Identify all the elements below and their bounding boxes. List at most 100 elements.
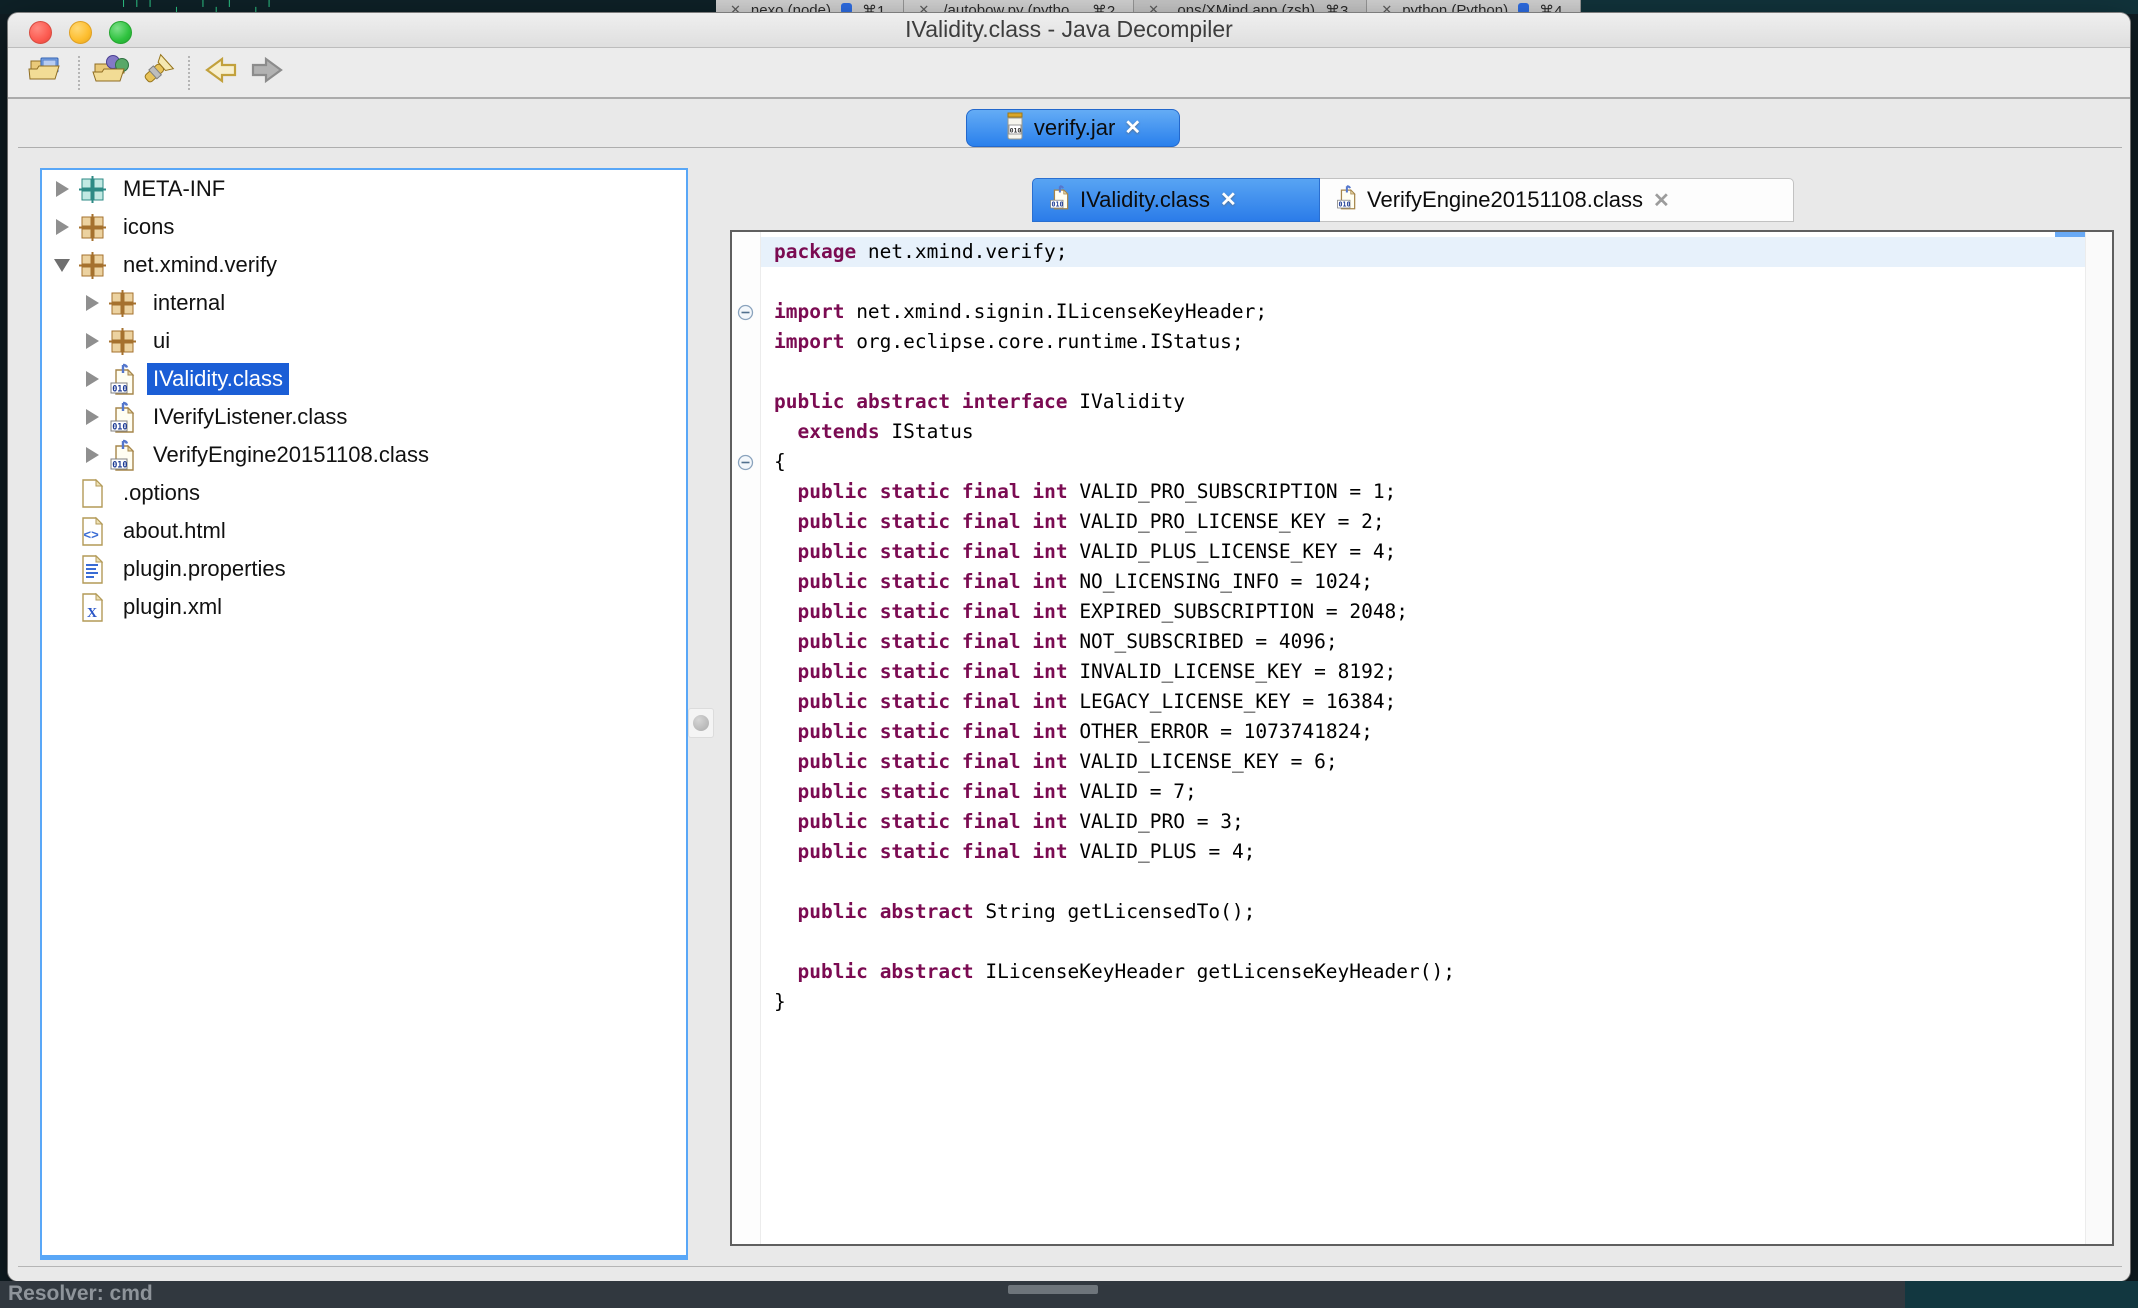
forward-button[interactable] — [244, 54, 290, 92]
open-type-button[interactable] — [88, 54, 134, 92]
code-line[interactable]: public static final int VALID_PLUS = 4; — [761, 837, 2085, 867]
tree-item-label[interactable]: about.html — [117, 515, 232, 547]
svg-text:010: 010 — [1051, 201, 1063, 209]
code-text — [774, 840, 797, 863]
code-line[interactable]: public static final int OTHER_ERROR = 10… — [761, 717, 2085, 747]
code-line[interactable] — [761, 927, 2085, 957]
tree-item-icons[interactable]: icons — [42, 208, 686, 246]
tree-item-label[interactable]: internal — [147, 287, 231, 319]
tree-expand-arrow-icon[interactable] — [78, 295, 106, 311]
code-line[interactable]: public abstract interface IValidity — [761, 387, 2085, 417]
tree-item-about-html[interactable]: <>about.html — [42, 512, 686, 550]
editor-tab-ivalidity-class[interactable]: 010IValidity.class✕ — [1032, 178, 1320, 222]
jar-tab-verify[interactable]: 010 verify.jar ✕ — [966, 109, 1180, 147]
tree-item--options[interactable]: .options — [42, 474, 686, 512]
code-panel[interactable]: package net.xmind.verify; import net.xmin… — [730, 230, 2114, 1246]
code-line[interactable]: public static final int VALID = 7; — [761, 777, 2085, 807]
open-file-button[interactable] — [24, 54, 70, 92]
tree-expand-arrow-icon[interactable] — [48, 259, 76, 272]
code-line[interactable]: import net.xmind.signin.ILicenseKeyHeade… — [761, 297, 2085, 327]
code-line[interactable]: public abstract ILicenseKeyHeader getLic… — [761, 957, 2085, 987]
terminal-tab[interactable]: ✕./autobow.py (pytho...⌘2 — [904, 0, 1134, 14]
terminal-tab[interactable]: ✕python (Python)⌘4 — [1367, 0, 1581, 14]
tree-item-ui[interactable]: ui — [42, 322, 686, 360]
svg-text:010: 010 — [1338, 201, 1350, 209]
back-button[interactable] — [198, 54, 244, 92]
tree-item-ivalidity-class[interactable]: 010IValidity.class — [42, 360, 686, 398]
editor-tab-verifyengine20151108-class[interactable]: 010VerifyEngine20151108.class✕ — [1320, 178, 1794, 222]
search-button[interactable] — [134, 54, 180, 92]
tree-item-label[interactable]: net.xmind.verify — [117, 249, 283, 281]
code-line[interactable]: public static final int VALID_PRO_SUBSCR… — [761, 477, 2085, 507]
code-keyword: static — [880, 540, 950, 563]
code-keyword: final — [962, 480, 1021, 503]
code-line[interactable]: public static final int VALID_PRO_LICENS… — [761, 507, 2085, 537]
code-line[interactable] — [761, 867, 2085, 897]
package-icon — [106, 290, 138, 317]
code-line[interactable]: import org.eclipse.core.runtime.IStatus; — [761, 327, 2085, 357]
code-line[interactable]: public static final int LEGACY_LICENSE_K… — [761, 687, 2085, 717]
tree-item-label[interactable]: IVerifyListener.class — [147, 401, 353, 433]
code-text: net.xmind.signin.ILicenseKeyHeader; — [844, 300, 1267, 323]
tree-item-label[interactable]: plugin.xml — [117, 591, 228, 623]
open-file-icon — [27, 53, 67, 92]
tree-expand-arrow-icon[interactable] — [78, 409, 106, 425]
code-line[interactable] — [761, 357, 2085, 387]
tree-item-plugin-properties[interactable]: plugin.properties — [42, 550, 686, 588]
terminal-tab[interactable]: ✕..ons/XMind.app (zsh)⌘3 — [1134, 0, 1367, 14]
tree-item-plugin-xml[interactable]: Xplugin.xml — [42, 588, 686, 626]
code-keyword: package — [774, 240, 856, 263]
code-keyword: interface — [962, 390, 1068, 413]
tree-item-meta-inf[interactable]: META-INF — [42, 170, 686, 208]
terminal-tab[interactable]: ✕nexo (node)⌘1 — [716, 0, 904, 14]
splitter-handle[interactable] — [688, 708, 714, 738]
code-keyword: abstract — [880, 900, 974, 923]
code-keyword: static — [880, 600, 950, 623]
tree-item-label[interactable]: icons — [117, 211, 180, 243]
tree-item-label[interactable]: plugin.properties — [117, 553, 292, 585]
tree-item-iverifylistener-class[interactable]: 010IVerifyListener.class — [42, 398, 686, 436]
tree-expand-arrow-icon[interactable] — [78, 447, 106, 463]
editor-tab-close-icon[interactable]: ✕ — [1220, 190, 1237, 210]
tree-expand-arrow-icon[interactable] — [48, 181, 76, 197]
code-text — [868, 570, 880, 593]
tree-expand-arrow-icon[interactable] — [78, 333, 106, 349]
code-line[interactable]: extends IStatus — [761, 417, 2085, 447]
editor-scrollbar-track[interactable] — [2085, 232, 2112, 1244]
code-line[interactable]: public static final int VALID_PRO = 3; — [761, 807, 2085, 837]
code-keyword: final — [962, 600, 1021, 623]
fold-collapse-icon[interactable] — [737, 454, 754, 471]
tree-expand-arrow-icon[interactable] — [78, 371, 106, 387]
code-line[interactable]: package net.xmind.verify; — [761, 237, 2085, 267]
tree-item-label[interactable]: VerifyEngine20151108.class — [147, 439, 435, 471]
code-text — [868, 840, 880, 863]
code-keyword: public — [797, 480, 867, 503]
fold-collapse-icon[interactable] — [737, 304, 754, 321]
code-text-area[interactable]: package net.xmind.verify; import net.xmin… — [761, 237, 2085, 1017]
code-line[interactable]: { — [761, 447, 2085, 477]
code-line[interactable]: } — [761, 987, 2085, 1017]
code-line[interactable]: public static final int VALID_LICENSE_KE… — [761, 747, 2085, 777]
tree-item-internal[interactable]: internal — [42, 284, 686, 322]
code-line[interactable]: public static final int NO_LICENSING_INF… — [761, 567, 2085, 597]
tree-item-verifyengine20151108-class[interactable]: 010 VerifyEngine20151108.class — [42, 436, 686, 474]
code-line[interactable]: public static final int NOT_SUBSCRIBED =… — [761, 627, 2085, 657]
tree-item-label[interactable]: ui — [147, 325, 176, 357]
jar-tab-close-icon[interactable]: ✕ — [1124, 118, 1141, 138]
tree-item-net-xmind-verify[interactable]: net.xmind.verify — [42, 246, 686, 284]
code-keyword: public — [797, 720, 867, 743]
code-line[interactable]: public abstract String getLicensedTo(); — [761, 897, 2085, 927]
tree-item-label[interactable]: IValidity.class — [147, 363, 289, 395]
tree-item-label[interactable]: .options — [117, 477, 206, 509]
code-line[interactable] — [761, 267, 2085, 297]
code-line[interactable]: public static final int VALID_PLUS_LICEN… — [761, 537, 2085, 567]
tree-expand-arrow-icon[interactable] — [48, 219, 76, 235]
editor-tab-close-icon[interactable]: ✕ — [1653, 188, 1670, 213]
class-file-icon: 010 — [1336, 184, 1357, 216]
window-titlebar[interactable]: IValidity.class - Java Decompiler — [8, 13, 2130, 48]
code-line[interactable]: public static final int EXPIRED_SUBSCRIP… — [761, 597, 2085, 627]
tree-item-label[interactable]: META-INF — [117, 173, 231, 205]
code-text: IValidity — [1068, 390, 1185, 413]
code-line[interactable]: public static final int INVALID_LICENSE_… — [761, 657, 2085, 687]
class-icon: 010 — [106, 439, 138, 472]
